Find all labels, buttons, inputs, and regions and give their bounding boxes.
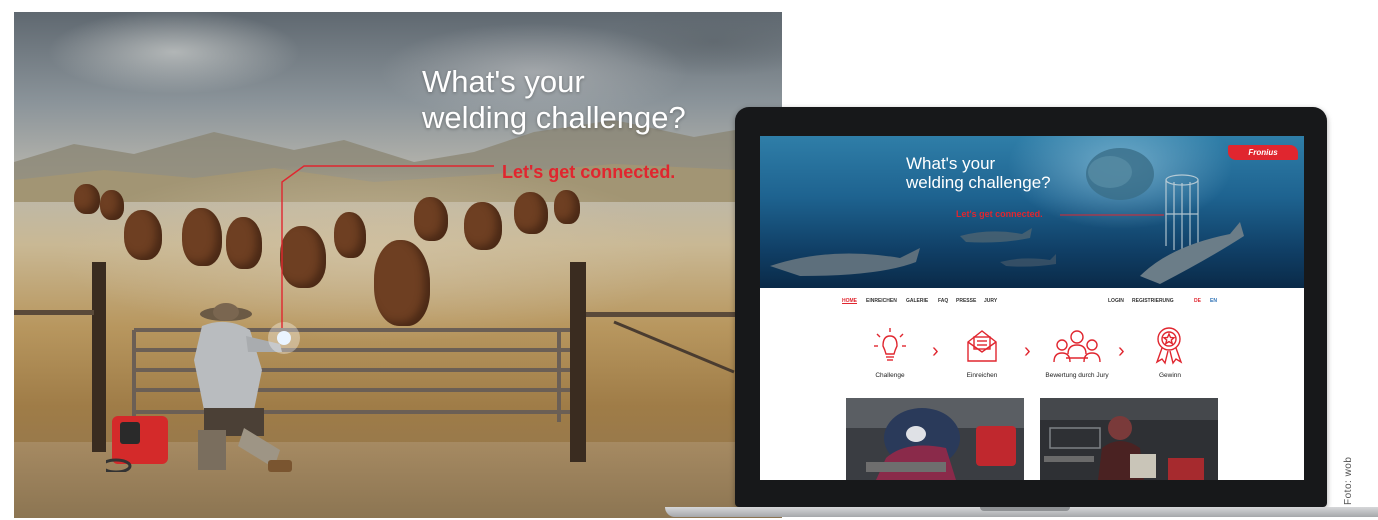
step-label-challenge: Challenge [875,372,905,379]
website-hero-banner: What's your welding challenge? Let's get… [760,136,1304,288]
step-label-gewinn: Gewinn [1158,372,1182,379]
ad-tagline: Let's get connected. [502,162,676,182]
laptop-notch [980,507,1070,511]
print-ad: What's your welding challenge? Let's get… [14,12,782,518]
ad-headline: What's your welding challenge? [422,64,742,136]
nav-item-einreichen[interactable]: EINREICHEN [866,298,897,304]
laptop-screen: What's your welding challenge? Let's get… [760,136,1304,480]
envelope-icon [967,330,997,362]
nav-registrierung[interactable]: REGISTRIERUNG [1132,298,1174,304]
nav-item-home[interactable]: HOME [842,298,857,304]
gallery-photo-welder[interactable] [846,398,1024,480]
fronius-logo[interactable]: Fronius [1228,145,1298,160]
step-label-bewertung: Bewertung durch Jury [1045,372,1109,379]
ad-headline-line-1: What's your [422,64,585,99]
award-icon [1155,327,1183,365]
lightbulb-icon [874,328,906,361]
step-arrow-1: › [932,340,939,362]
nav-item-jury[interactable]: JURY [984,298,997,304]
website-headline-line-1: What's your [906,154,996,173]
jury-group-icon [1053,330,1101,363]
welder-photo [846,398,1024,480]
nav-lang-de[interactable]: DE [1194,298,1201,304]
website-nav: HOME EINREICHEN GALERIE FAQ PRESSE JURY … [760,294,1304,308]
website-headline-line-2: welding challenge? [906,173,1051,192]
gallery-photo-workshop[interactable] [1040,398,1218,480]
website-tagline: Let's get connected. [956,209,1043,219]
ad-headline-line-2: welding challenge? [422,100,686,135]
nav-login[interactable]: LOGIN [1108,298,1124,304]
website-headline: What's your welding challenge? [906,154,1126,192]
workshop-photo [1040,398,1218,480]
nav-lang-en[interactable]: EN [1210,298,1217,304]
nav-item-faq[interactable]: FAQ [938,298,948,304]
step-arrow-2: › [1024,340,1031,362]
nav-item-presse[interactable]: PRESSE [956,298,976,304]
nav-item-galerie[interactable]: GALERIE [906,298,928,304]
step-label-einreichen: Einreichen [966,372,998,379]
photo-credit: Foto: wob [1343,456,1354,505]
step-arrow-3: › [1118,340,1125,362]
